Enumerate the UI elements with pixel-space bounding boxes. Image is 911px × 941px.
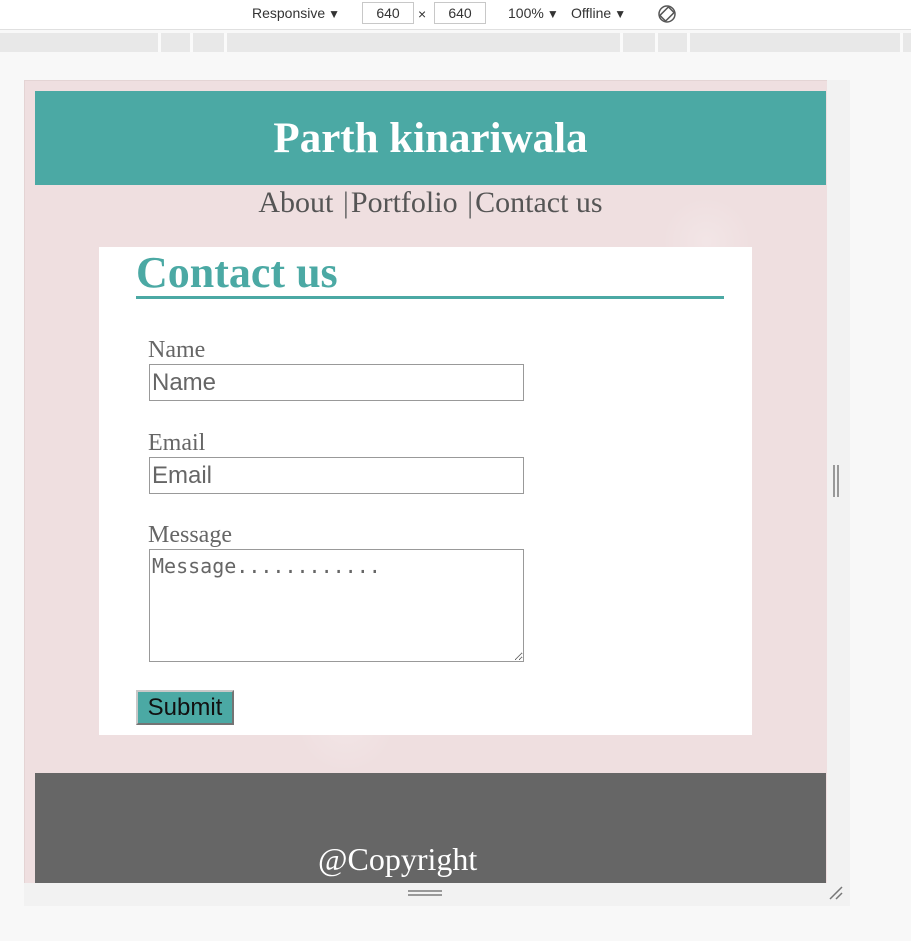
name-input[interactable] <box>149 364 524 401</box>
ruler-divider <box>620 33 623 52</box>
ruler-divider <box>655 33 658 52</box>
zoom-dropdown[interactable]: 100% ▼ <box>508 5 559 21</box>
contact-heading: Contact us <box>136 247 724 299</box>
contact-card: Contact us Name Email Message Submit <box>99 247 752 735</box>
page-viewport: Parth kinariwala About |Portfolio |Conta… <box>24 80 827 883</box>
resize-handle-right-icon[interactable] <box>833 465 839 497</box>
nav-link-portfolio[interactable]: Portfolio <box>351 186 458 219</box>
zoom-chevron-down-icon: ▼ <box>546 7 559 21</box>
email-input[interactable] <box>149 457 524 494</box>
message-textarea[interactable] <box>149 549 524 662</box>
site-header: Parth kinariwala <box>35 91 826 185</box>
ruler-divider <box>687 33 690 52</box>
ruler-divider <box>900 33 903 52</box>
device-label: Responsive <box>252 5 326 21</box>
nav-separator: | <box>467 186 474 219</box>
network-dropdown[interactable]: Offline ▼ <box>571 5 626 21</box>
name-label: Name <box>148 337 206 363</box>
dimension-times-sign: × <box>418 6 427 22</box>
device-dropdown[interactable]: Responsive ▼ <box>252 5 340 21</box>
ruler-divider <box>224 33 227 52</box>
resize-handle-bottom-icon[interactable] <box>408 890 442 896</box>
ruler-divider <box>158 33 161 52</box>
resize-handle-corner-icon[interactable] <box>828 885 844 901</box>
zoom-label: 100% <box>508 5 544 21</box>
rotate-icon[interactable] <box>657 4 677 24</box>
network-chevron-down-icon: ▼ <box>614 7 627 21</box>
devtools-toolbar: Responsive▼ × 100%▼ Offline▼ <box>0 0 911 30</box>
site-title: Parth kinariwala <box>273 114 588 162</box>
nav-separator: | <box>342 186 349 219</box>
nav-link-contact[interactable]: Contact us <box>475 186 603 219</box>
footer-copyright: @Copyright <box>318 841 478 877</box>
device-chevron-down-icon: ▼ <box>328 7 341 21</box>
submit-button[interactable]: Submit <box>136 690 234 725</box>
media-query-ruler[interactable] <box>0 33 911 52</box>
message-label: Message <box>148 522 232 548</box>
viewport-width-input[interactable] <box>362 2 414 24</box>
nav-link-about[interactable]: About <box>258 186 333 219</box>
viewport-height-input[interactable] <box>434 2 486 24</box>
site-nav: About |Portfolio |Contact us <box>35 183 826 223</box>
ruler-divider <box>190 33 193 52</box>
email-label: Email <box>148 430 206 456</box>
site-footer: @Copyright <box>35 773 826 883</box>
network-label: Offline <box>571 5 612 21</box>
